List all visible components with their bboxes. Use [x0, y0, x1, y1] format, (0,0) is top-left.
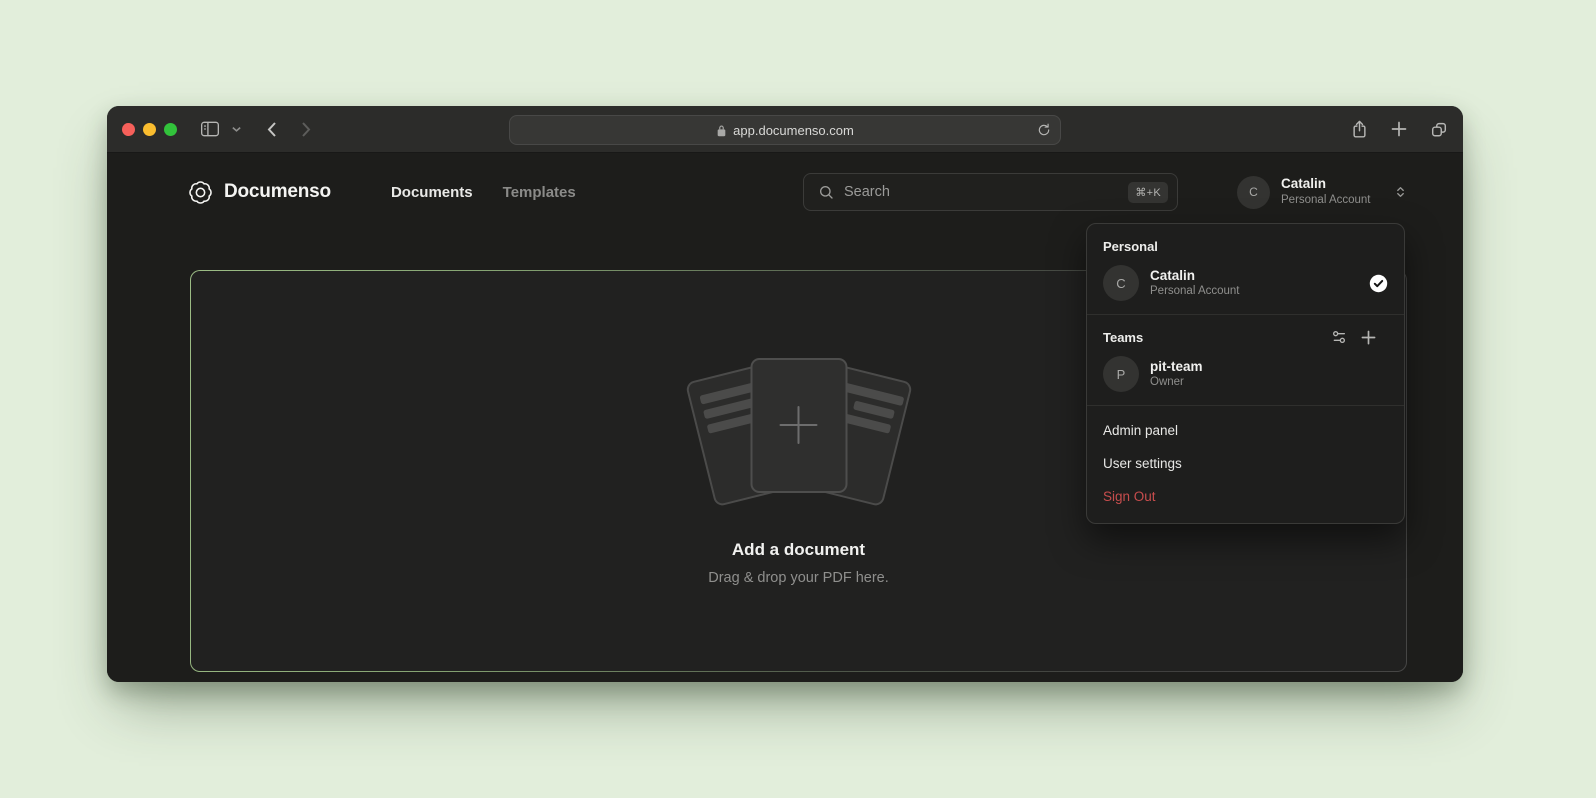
dropzone-subtitle: Drag & drop your PDF here. — [708, 570, 889, 586]
reload-button[interactable] — [1037, 123, 1051, 138]
menu-actions-section: Admin panel User settings Sign Out — [1087, 406, 1404, 523]
documenso-logo-icon — [188, 180, 213, 205]
teams-section-label: Teams — [1103, 330, 1143, 345]
toolbar-right-icons — [1351, 120, 1448, 139]
close-button[interactable] — [122, 123, 135, 136]
back-button[interactable] — [266, 121, 277, 138]
tab-overview-button[interactable] — [1430, 120, 1448, 138]
url-bar[interactable]: app.documenso.com — [509, 115, 1061, 145]
add-team-button[interactable] — [1361, 330, 1376, 345]
account-menu-button[interactable]: C Catalin Personal Account — [1237, 176, 1407, 209]
app-content: Documenso Documents Templates Search ⌘+K… — [107, 153, 1463, 682]
browser-toolbar: app.documenso.com — [107, 106, 1463, 153]
nav-documents[interactable]: Documents — [391, 184, 473, 201]
chevrons-up-down-icon — [1394, 185, 1407, 199]
sidebar-toggle-button[interactable] — [200, 120, 220, 138]
search-shortcut-badge: ⌘+K — [1128, 182, 1168, 203]
main-nav: Documents Templates — [391, 184, 576, 201]
forward-icon — [301, 121, 312, 138]
nav-templates[interactable]: Templates — [503, 184, 576, 201]
account-subtitle: Personal Account — [1150, 284, 1240, 299]
app-header: Documenso Documents Templates Search ⌘+K… — [188, 153, 1407, 231]
zoom-button[interactable] — [164, 123, 177, 136]
avatar: C — [1237, 176, 1270, 209]
manage-teams-button[interactable] — [1331, 329, 1347, 345]
lock-icon — [716, 124, 727, 137]
document-card-center — [750, 358, 847, 493]
check-circle-icon — [1369, 274, 1388, 293]
search-icon — [818, 184, 834, 200]
tab-overview-icon — [1430, 120, 1448, 138]
menu-item-user-settings[interactable]: User settings — [1087, 447, 1404, 480]
menu-item-sign-out[interactable]: Sign Out — [1087, 480, 1404, 513]
tab-group-menu-button[interactable] — [231, 125, 242, 133]
sidebar-toggle-icon — [200, 120, 220, 138]
team-role: Owner — [1150, 375, 1203, 390]
chevron-down-icon — [231, 125, 242, 133]
avatar: C — [1103, 265, 1139, 301]
forward-button[interactable] — [301, 121, 312, 138]
personal-account-item[interactable]: C Catalin Personal Account — [1103, 265, 1388, 301]
avatar: P — [1103, 356, 1139, 392]
reload-icon — [1037, 123, 1051, 138]
plus-icon — [1361, 330, 1376, 345]
teams-section: Teams — [1087, 315, 1404, 405]
account-name: Catalin — [1281, 176, 1371, 193]
personal-section-label: Personal — [1103, 239, 1388, 254]
search-placeholder: Search — [844, 184, 1118, 200]
add-plus-icon — [775, 401, 823, 449]
dropzone-title: Add a document — [732, 540, 865, 560]
account-name: Catalin — [1150, 267, 1240, 285]
browser-window: app.documenso.com — [107, 106, 1463, 682]
share-icon — [1351, 120, 1368, 139]
search-input[interactable]: Search ⌘+K — [803, 173, 1178, 211]
account-dropdown-menu: Personal C Catalin Personal Account — [1086, 223, 1405, 524]
traffic-lights — [122, 123, 177, 136]
team-item[interactable]: P pit-team Owner — [1103, 356, 1388, 392]
url-text: app.documenso.com — [733, 123, 854, 138]
brand-name: Documenso — [224, 181, 331, 203]
menu-item-admin-panel[interactable]: Admin panel — [1087, 414, 1404, 447]
brand[interactable]: Documenso — [188, 180, 331, 205]
minimize-button[interactable] — [143, 123, 156, 136]
personal-section: Personal C Catalin Personal Account — [1087, 224, 1404, 314]
back-icon — [266, 121, 277, 138]
team-name: pit-team — [1150, 358, 1203, 376]
manage-teams-icon — [1331, 329, 1347, 345]
share-button[interactable] — [1351, 120, 1368, 139]
document-stack-icon — [693, 357, 905, 507]
plus-icon — [1391, 121, 1407, 137]
new-tab-button[interactable] — [1391, 121, 1407, 137]
toolbar-left-icons — [177, 120, 312, 138]
account-subtitle: Personal Account — [1281, 193, 1371, 207]
